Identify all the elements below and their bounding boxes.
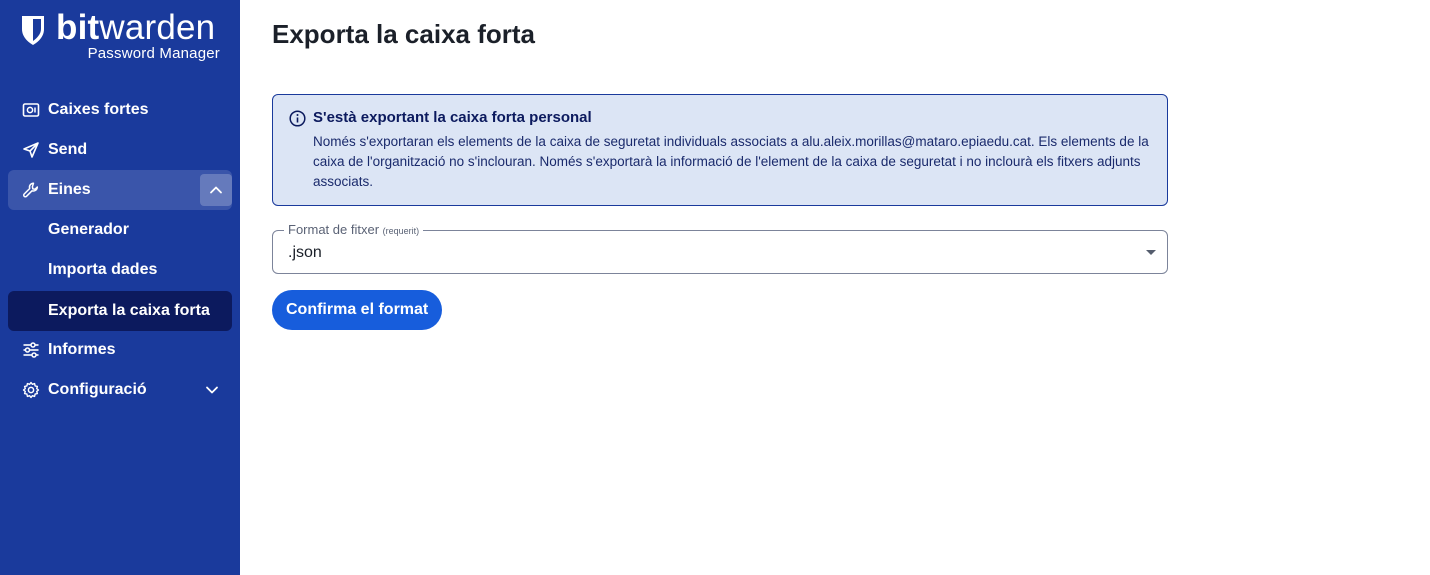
- wrench-icon: [23, 182, 39, 198]
- sidebar-item-settings[interactable]: Configuració: [8, 370, 232, 410]
- info-callout: S'està exportant la caixa forta personal…: [272, 94, 1168, 206]
- bitwarden-logo[interactable]: bitwarden Password Manager: [18, 8, 228, 64]
- callout-text: Només s'exportaran els elements de la ca…: [313, 134, 1149, 189]
- logo-warden: warden: [99, 8, 216, 47]
- file-format-value: .json: [288, 244, 322, 261]
- page-title: Exporta la caixa forta: [272, 19, 535, 49]
- main-content: Exporta la caixa forta S'està exportant …: [240, 0, 1430, 575]
- chevron-down-icon: [206, 386, 218, 394]
- send-icon: [23, 142, 39, 158]
- logo-wordmark: bitwarden: [56, 8, 215, 48]
- sidebar-item-vaults[interactable]: Caixes fortes: [8, 90, 232, 130]
- sidebar-item-label: Exporta la caixa forta: [48, 302, 210, 319]
- required-marker: (requerit): [382, 226, 420, 236]
- sidebar-item-label: Importa dades: [48, 261, 158, 278]
- sidebar-item-label: Caixes fortes: [48, 101, 149, 118]
- logo-subtitle: Password Manager: [87, 45, 220, 62]
- sliders-icon: [23, 342, 39, 358]
- sidebar-item-send[interactable]: Send: [8, 130, 232, 170]
- file-format-label: Format de fitxer (requerit): [284, 222, 424, 237]
- sidebar-item-label: Informes: [48, 341, 116, 358]
- sidebar-item-label: Generador: [48, 221, 129, 238]
- sidebar-item-label: Send: [48, 141, 88, 158]
- sidebar-item-tools[interactable]: Eines: [8, 170, 232, 210]
- sidebar-item-reports[interactable]: Informes: [8, 330, 232, 370]
- file-format-label-text: Format de fitxer: [288, 222, 380, 237]
- expand-settings-button[interactable]: [196, 374, 228, 406]
- shield-logo-icon: [22, 16, 44, 45]
- file-format-select[interactable]: Format de fitxer (requerit) .json: [272, 222, 1168, 274]
- gear-icon: [22, 381, 40, 399]
- confirm-format-button[interactable]: Confirma el format: [272, 290, 443, 330]
- sidebar: bitwarden Password Manager Caixes fortes…: [0, 0, 240, 575]
- sidebar-item-export[interactable]: Exporta la caixa forta: [8, 291, 232, 331]
- callout-title: S'està exportant la caixa forta personal: [313, 109, 592, 126]
- sidebar-item-generator[interactable]: Generador: [8, 210, 232, 250]
- sidebar-item-label: Configuració: [48, 381, 147, 398]
- collapse-tools-button[interactable]: [200, 174, 232, 206]
- dropdown-caret-icon: [1146, 250, 1156, 255]
- info-icon: [289, 110, 306, 127]
- sidebar-item-import[interactable]: Importa dades: [8, 250, 232, 290]
- sidebar-item-label: Eines: [48, 181, 91, 198]
- logo-bit: bit: [56, 8, 100, 47]
- vault-icon: [22, 103, 40, 117]
- chevron-up-icon: [210, 186, 222, 194]
